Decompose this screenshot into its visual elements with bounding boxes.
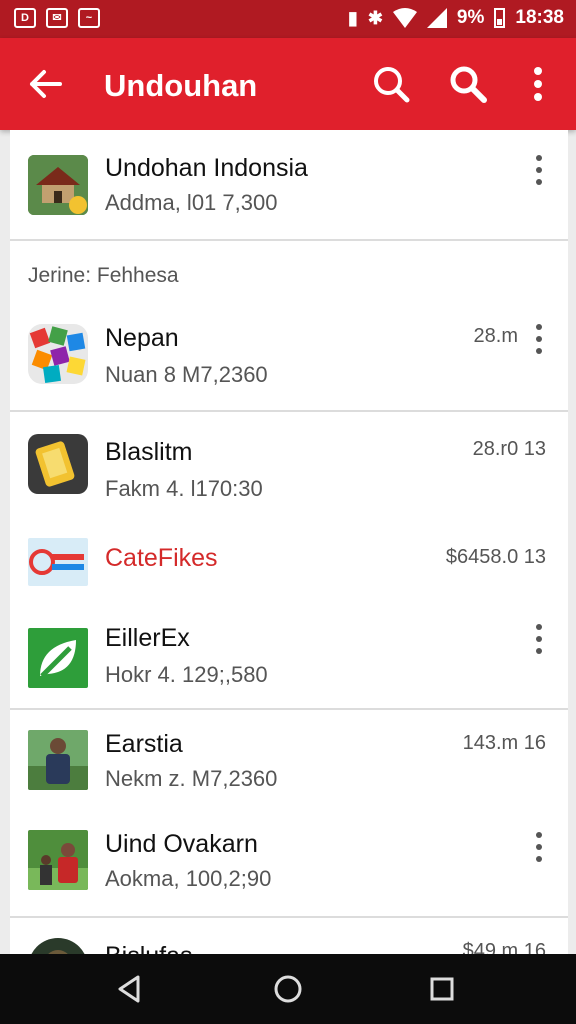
- divider: [10, 239, 568, 241]
- back-arrow-icon[interactable]: [24, 62, 68, 106]
- app-icon: [28, 830, 88, 890]
- app-icon: [28, 938, 88, 954]
- list-item[interactable]: Uind Ovakarn Aokma, 100,2;90: [10, 812, 568, 916]
- app-bar: Undouhan: [0, 38, 576, 130]
- battery-icon: [494, 8, 506, 28]
- list-item[interactable]: Bislufas $49.m 16: [10, 918, 568, 954]
- app-icon: [28, 538, 88, 586]
- section-header: Jerine: Fehhesa: [28, 264, 179, 287]
- item-size: $6458.0 13: [445, 546, 546, 568]
- item-meta: Addma, l01 7,300: [105, 190, 278, 215]
- list-item[interactable]: Undohan Indonsia Addma, l01 7,300: [10, 130, 568, 240]
- list-item[interactable]: Nepan Nuan 8 M7,2360 28.m: [10, 310, 568, 410]
- list-item[interactable]: EillerEx Hokr 4. 129;,580: [10, 610, 568, 710]
- list-item[interactable]: CateFikes $6458.0 13: [10, 512, 568, 612]
- item-meta: Fakm 4. l170:30: [105, 476, 263, 501]
- battery-percent: 9%: [456, 7, 485, 28]
- notification-icon: D: [14, 8, 36, 28]
- nav-home-icon[interactable]: [270, 971, 306, 1007]
- wifi-icon: [392, 8, 417, 28]
- item-meta: Hokr 4. 129;,580: [105, 662, 268, 687]
- item-meta: Nekm z. M7,2360: [105, 766, 278, 791]
- list-item[interactable]: Earstia Nekm z. M7,2360 143.m 16: [10, 710, 568, 812]
- bluetooth-icon: ✱: [367, 7, 383, 28]
- app-icon: [28, 155, 88, 215]
- item-size: $49.m 16: [462, 940, 546, 954]
- item-size: 28.m: [473, 325, 518, 347]
- more-vert-icon[interactable]: [530, 832, 548, 862]
- notification-icon: ~: [78, 8, 100, 28]
- search-icon[interactable]: [369, 62, 413, 106]
- item-size: 28.r0 13: [472, 438, 546, 460]
- clock: 18:38: [515, 7, 564, 28]
- status-bar: D ✉ ~ ▮ ✱ 9% 18:38: [0, 0, 576, 38]
- more-vert-icon[interactable]: [530, 324, 548, 354]
- app-icon: [28, 628, 88, 688]
- item-name: EillerEx: [105, 624, 190, 652]
- notification-icon: ✉: [46, 8, 68, 28]
- app-icon: [28, 324, 88, 384]
- item-size: 143.m 16: [462, 732, 546, 754]
- navigation-bar: [0, 954, 576, 1024]
- item-meta: Aokma, 100,2;90: [105, 866, 272, 891]
- vibrate-icon: ▮: [347, 7, 358, 28]
- item-name: Blaslitm: [105, 438, 193, 466]
- app-icon: [28, 434, 88, 494]
- list-item[interactable]: Blaslitm Fakm 4. l170:30 28.r0 13: [10, 412, 568, 512]
- nav-recents-icon[interactable]: [424, 971, 460, 1007]
- more-vert-icon[interactable]: [516, 62, 560, 106]
- signal-icon: [426, 8, 447, 28]
- page-title: Undouhan: [104, 68, 258, 103]
- more-vert-icon[interactable]: [530, 155, 548, 185]
- item-meta: Nuan 8 M7,2360: [105, 362, 268, 387]
- download-list: Undohan Indonsia Addma, l01 7,300 Jerine…: [10, 130, 568, 954]
- item-name: Bislufas: [105, 942, 193, 954]
- item-name: Earstia: [105, 730, 183, 758]
- nav-back-icon[interactable]: [112, 971, 148, 1007]
- item-name: Nepan: [105, 324, 179, 352]
- more-vert-icon[interactable]: [530, 624, 548, 654]
- item-name: Uind Ovakarn: [105, 830, 258, 858]
- item-name: Undohan Indonsia: [105, 154, 308, 182]
- item-name: CateFikes: [105, 544, 218, 572]
- search-icon[interactable]: [446, 62, 490, 106]
- app-icon: [28, 730, 88, 790]
